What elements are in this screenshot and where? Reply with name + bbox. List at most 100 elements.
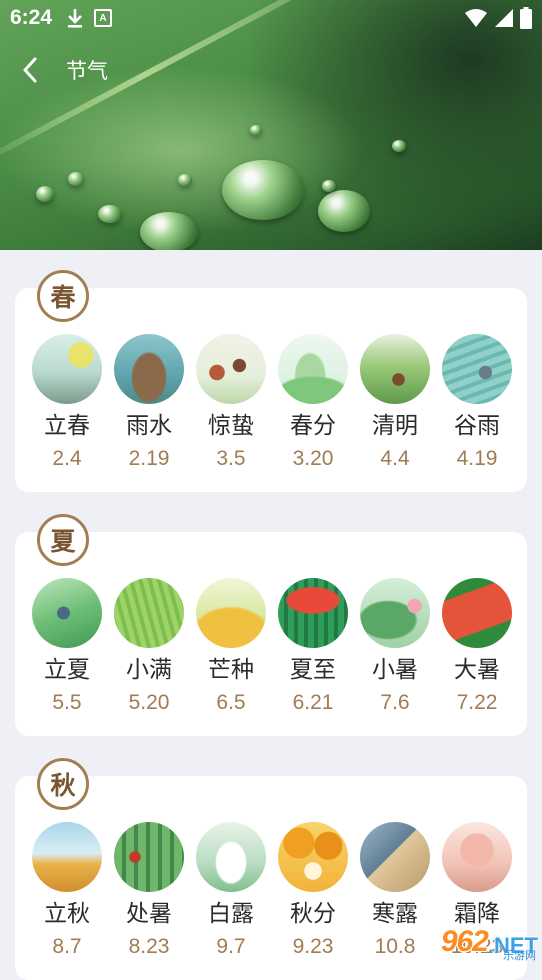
signal-icon bbox=[495, 9, 513, 27]
solar-term-date: 7.22 bbox=[456, 691, 498, 714]
solar-term-date: 6.5 bbox=[216, 691, 246, 714]
solar-term-item[interactable]: 处暑 8.23 bbox=[109, 822, 189, 960]
solar-term-item[interactable]: 立秋 8.7 bbox=[27, 822, 107, 960]
solar-term-item[interactable]: 小满 5.20 bbox=[109, 578, 189, 716]
solar-term-date: 6.21 bbox=[292, 691, 334, 714]
season-card-spring: 春 立春 2.4 雨水 2.19 惊蛰 3.5 春分 3.20 清明 4.4 谷… bbox=[15, 270, 527, 492]
wifi-icon bbox=[465, 9, 487, 27]
solar-term-item[interactable]: 雨水 2.19 bbox=[109, 334, 189, 472]
solar-term-illustration bbox=[278, 578, 348, 648]
a-notification-icon: A bbox=[94, 9, 113, 27]
water-drop bbox=[222, 160, 304, 220]
water-drop bbox=[36, 186, 54, 202]
solar-term-item[interactable]: 夏至 6.21 bbox=[273, 578, 353, 716]
solar-term-date: 2.19 bbox=[128, 447, 170, 470]
solar-term-date: 8.23 bbox=[128, 935, 170, 958]
solar-term-name: 春分 bbox=[290, 413, 336, 439]
solar-term-name: 处暑 bbox=[126, 901, 172, 927]
solar-term-name: 立秋 bbox=[44, 901, 90, 927]
solar-term-name: 雨水 bbox=[126, 413, 172, 439]
solar-term-date: 4.19 bbox=[456, 447, 498, 470]
solar-term-date: 2.4 bbox=[52, 447, 82, 470]
site-watermark-logo: 962 .NET 乐游网 bbox=[440, 925, 538, 962]
solar-term-name: 立春 bbox=[44, 413, 90, 439]
solar-term-illustration bbox=[32, 822, 102, 892]
solar-term-item[interactable]: 大暑 7.22 bbox=[437, 578, 517, 716]
solar-term-illustration bbox=[196, 578, 266, 648]
season-badge: 秋 bbox=[37, 758, 89, 810]
solar-term-date: 7.6 bbox=[380, 691, 410, 714]
solar-term-illustration bbox=[114, 822, 184, 892]
watermark-number: 962 bbox=[440, 925, 489, 958]
solar-term-illustration bbox=[442, 334, 512, 404]
solar-term-item[interactable]: 秋分 9.23 bbox=[273, 822, 353, 960]
solar-term-illustration bbox=[360, 578, 430, 648]
solar-term-illustration bbox=[196, 334, 266, 404]
solar-term-date: 4.4 bbox=[380, 447, 410, 470]
watermark-subtitle: 乐游网 bbox=[503, 949, 536, 962]
water-drop bbox=[392, 140, 406, 152]
back-button[interactable] bbox=[22, 55, 44, 85]
solar-term-item[interactable]: 立春 2.4 bbox=[27, 334, 107, 472]
solar-term-date: 5.5 bbox=[52, 691, 82, 714]
battery-icon bbox=[520, 7, 532, 29]
solar-term-illustration bbox=[360, 822, 430, 892]
solar-term-illustration bbox=[32, 578, 102, 648]
solar-term-item[interactable]: 春分 3.20 bbox=[273, 334, 353, 472]
solar-term-date: 10.8 bbox=[374, 935, 416, 958]
solar-term-name: 芒种 bbox=[208, 657, 254, 683]
solar-term-date: 3.20 bbox=[292, 447, 334, 470]
season-badge: 夏 bbox=[37, 514, 89, 566]
solar-term-illustration bbox=[278, 822, 348, 892]
solar-term-name: 小暑 bbox=[372, 657, 418, 683]
water-drop bbox=[98, 205, 122, 223]
solar-term-name: 秋分 bbox=[290, 901, 336, 927]
solar-term-date: 8.7 bbox=[52, 935, 82, 958]
solar-term-illustration bbox=[114, 334, 184, 404]
solar-term-name: 大暑 bbox=[454, 657, 500, 683]
solar-term-item[interactable]: 谷雨 4.19 bbox=[437, 334, 517, 472]
solar-term-date: 3.5 bbox=[216, 447, 246, 470]
solar-term-illustration bbox=[114, 578, 184, 648]
solar-term-item[interactable]: 小暑 7.6 bbox=[355, 578, 435, 716]
solar-term-date: 9.7 bbox=[216, 935, 246, 958]
season-card-summer: 夏 立夏 5.5 小满 5.20 芒种 6.5 夏至 6.21 小暑 7.6 大… bbox=[15, 514, 527, 736]
status-time: 6:24 bbox=[10, 6, 53, 29]
water-drop bbox=[68, 172, 84, 186]
solar-term-name: 立夏 bbox=[44, 657, 90, 683]
solar-term-name: 寒露 bbox=[372, 901, 418, 927]
solar-term-date: 5.20 bbox=[128, 691, 170, 714]
solar-term-name: 霜降 bbox=[454, 901, 500, 927]
solar-term-illustration bbox=[442, 578, 512, 648]
status-bar: 6:24 A bbox=[0, 0, 542, 36]
status-right-icons bbox=[464, 7, 532, 29]
solar-term-item[interactable]: 寒露 10.8 bbox=[355, 822, 435, 960]
water-drop bbox=[322, 180, 336, 192]
solar-term-illustration bbox=[196, 822, 266, 892]
solar-term-item[interactable]: 清明 4.4 bbox=[355, 334, 435, 472]
nav-bar: 节气 bbox=[0, 48, 542, 92]
solar-term-name: 白露 bbox=[208, 901, 254, 927]
solar-term-name: 谷雨 bbox=[454, 413, 500, 439]
solar-term-name: 清明 bbox=[372, 413, 418, 439]
water-drop bbox=[318, 190, 370, 232]
solar-term-name: 小满 bbox=[126, 657, 172, 683]
download-icon bbox=[68, 9, 83, 28]
water-drop bbox=[250, 125, 262, 135]
solar-term-illustration bbox=[360, 334, 430, 404]
solar-term-item[interactable]: 立夏 5.5 bbox=[27, 578, 107, 716]
solar-term-name: 夏至 bbox=[290, 657, 336, 683]
solar-term-illustration bbox=[442, 822, 512, 892]
solar-term-date: 9.23 bbox=[292, 935, 334, 958]
header-banner-image bbox=[0, 0, 542, 250]
solar-term-item[interactable]: 芒种 6.5 bbox=[191, 578, 271, 716]
solar-term-illustration bbox=[32, 334, 102, 404]
solar-term-item[interactable]: 白露 9.7 bbox=[191, 822, 271, 960]
page-title: 节气 bbox=[66, 59, 108, 83]
water-drop bbox=[140, 212, 198, 250]
solar-term-item[interactable]: 惊蛰 3.5 bbox=[191, 334, 271, 472]
solar-term-illustration bbox=[278, 334, 348, 404]
water-drop bbox=[178, 174, 192, 186]
solar-term-name: 惊蛰 bbox=[208, 413, 254, 439]
chevron-left-icon bbox=[23, 57, 37, 83]
